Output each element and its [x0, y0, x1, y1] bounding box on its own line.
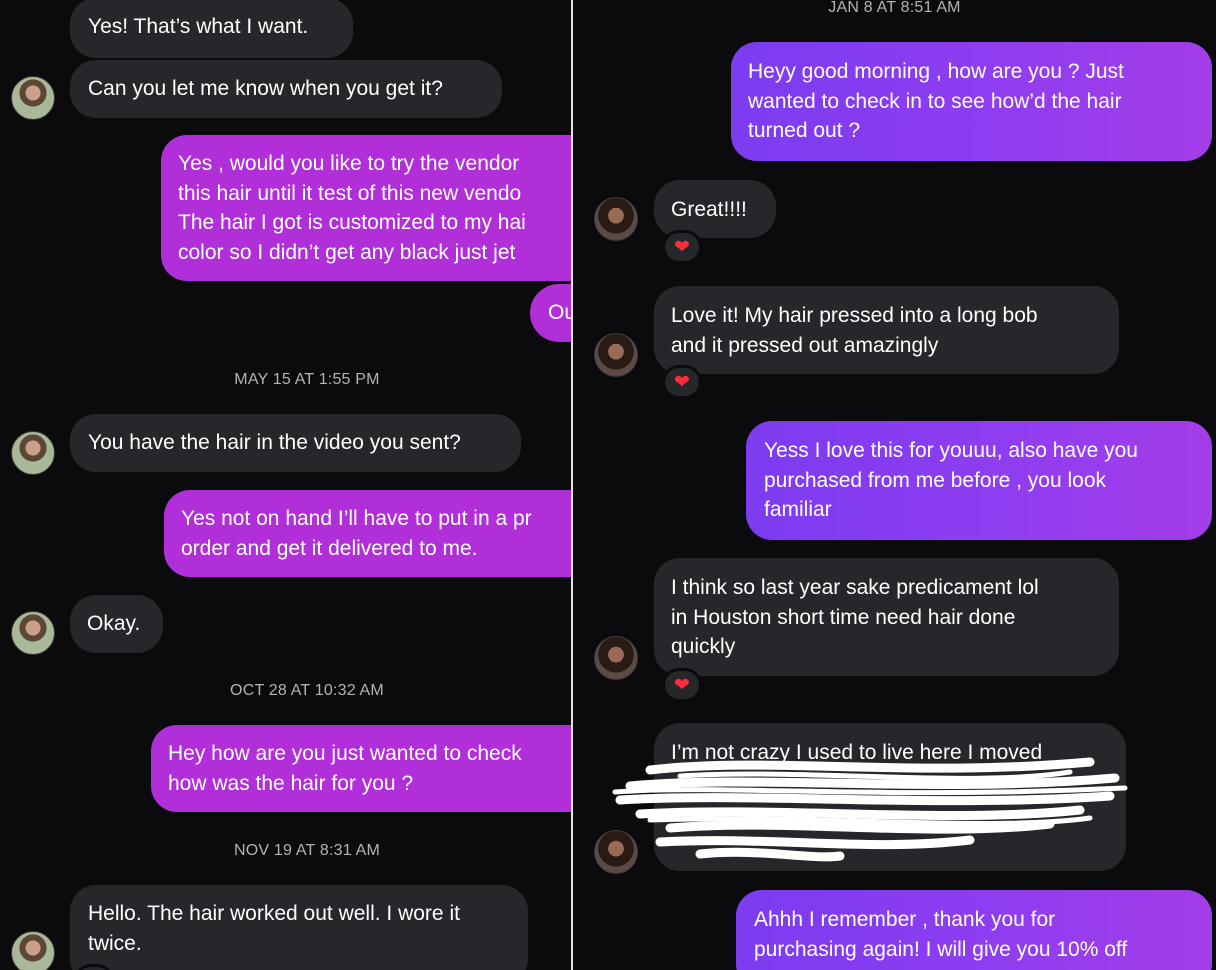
- message-line: Okay.: [87, 612, 141, 635]
- message-line: The hair I got is customized to my hai: [178, 211, 526, 234]
- redaction-scribble: [612, 757, 1128, 862]
- outgoing-message[interactable]: Ou: [530, 284, 571, 342]
- incoming-message[interactable]: Okay.: [70, 595, 163, 653]
- message-line: color so I didn’t get any black just jet: [178, 240, 516, 264]
- message-line: Can you let me know when you get it?: [88, 77, 443, 100]
- timestamp: OCT 28 AT 10:32 AM: [230, 682, 384, 699]
- incoming-message[interactable]: Can you let me know when you get it?: [70, 60, 502, 118]
- message-line: this hair until it test of this new vend…: [178, 181, 522, 205]
- incoming-message[interactable]: I think so last year sake predicament lo…: [654, 558, 1119, 676]
- message-line: wanted to check in to see how’d the hair: [748, 89, 1122, 113]
- incoming-message[interactable]: Hello. The hair worked out well. I wore …: [70, 885, 528, 970]
- incoming-message[interactable]: Love it! My hair pressed into a long bob…: [654, 286, 1119, 374]
- message-line: Yes not on hand I’ll have to put in a pr: [181, 507, 532, 530]
- contact-avatar[interactable]: [11, 76, 55, 120]
- incoming-message[interactable]: You have the hair in the video you sent?: [70, 414, 521, 472]
- message-line: Hello. The hair worked out well. I wore …: [88, 902, 460, 925]
- message-line: Heyy good morning , how are you ? Just: [748, 60, 1124, 83]
- left-conversation-panel: Yes! That’s what I want. Can you let me …: [0, 0, 571, 970]
- message-line: turned out ?: [748, 119, 861, 142]
- outgoing-message[interactable]: Heyy good morning , how are you ? Just w…: [731, 42, 1212, 161]
- contact-avatar[interactable]: [11, 611, 55, 655]
- message-line: Hey how are you just wanted to check: [168, 742, 522, 765]
- outgoing-message[interactable]: Yess I love this for youuu, also have yo…: [746, 421, 1212, 540]
- message-line: I think so last year sake predicament lo…: [671, 576, 1039, 599]
- message-line: Great!!!!: [671, 198, 747, 221]
- incoming-message[interactable]: Great!!!!: [654, 180, 776, 238]
- incoming-message[interactable]: Yes! That’s what I want.: [70, 0, 353, 58]
- message-line: quickly: [671, 635, 736, 658]
- contact-avatar[interactable]: [11, 431, 55, 475]
- heart-reaction-icon[interactable]: ❤: [662, 668, 702, 702]
- contact-avatar[interactable]: [594, 333, 638, 377]
- outgoing-message[interactable]: Hey how are you just wanted to check how…: [151, 725, 571, 812]
- message-line: purchasing again! I will give you 10% of…: [754, 937, 1128, 961]
- message-line: purchased from me before , you look: [764, 468, 1107, 492]
- contact-avatar[interactable]: [594, 197, 638, 241]
- heart-reaction-icon[interactable]: ❤: [662, 230, 702, 264]
- message-line: in Houston short time need hair done: [671, 605, 1016, 629]
- message-line: Yes! That’s what I want.: [88, 15, 309, 38]
- message-line: familiar: [764, 498, 832, 521]
- message-line: and it pressed out amazingly: [671, 333, 939, 357]
- heart-reaction-icon[interactable]: ❤: [662, 365, 702, 399]
- timestamp: JAN 8 AT 8:51 AM: [828, 0, 961, 16]
- outgoing-message[interactable]: Ahhh I remember , thank you for purchasi…: [736, 890, 1212, 970]
- message-line: Love it! My hair pressed into a long bob: [671, 304, 1038, 327]
- message-line: Ou: [548, 301, 571, 324]
- message-line: You have the hair in the video you sent?: [88, 431, 461, 454]
- message-line: Yess I love this for youuu, also have yo…: [764, 439, 1138, 462]
- timestamp: NOV 19 AT 8:31 AM: [234, 842, 380, 859]
- outgoing-message[interactable]: Yes , would you like to try the vendor t…: [161, 135, 571, 281]
- timestamp: MAY 15 AT 1:55 PM: [234, 371, 380, 388]
- message-line: how was the hair for you ?: [168, 771, 414, 795]
- outgoing-message[interactable]: Yes not on hand I’ll have to put in a pr…: [164, 490, 571, 577]
- contact-avatar[interactable]: [11, 931, 55, 970]
- message-line: twice.: [88, 931, 142, 955]
- message-line: order and get it delivered to me.: [181, 536, 478, 560]
- contact-avatar[interactable]: [594, 636, 638, 680]
- message-line: Yes , would you like to try the vendor: [178, 152, 520, 175]
- message-line: Ahhh I remember , thank you for: [754, 908, 1056, 931]
